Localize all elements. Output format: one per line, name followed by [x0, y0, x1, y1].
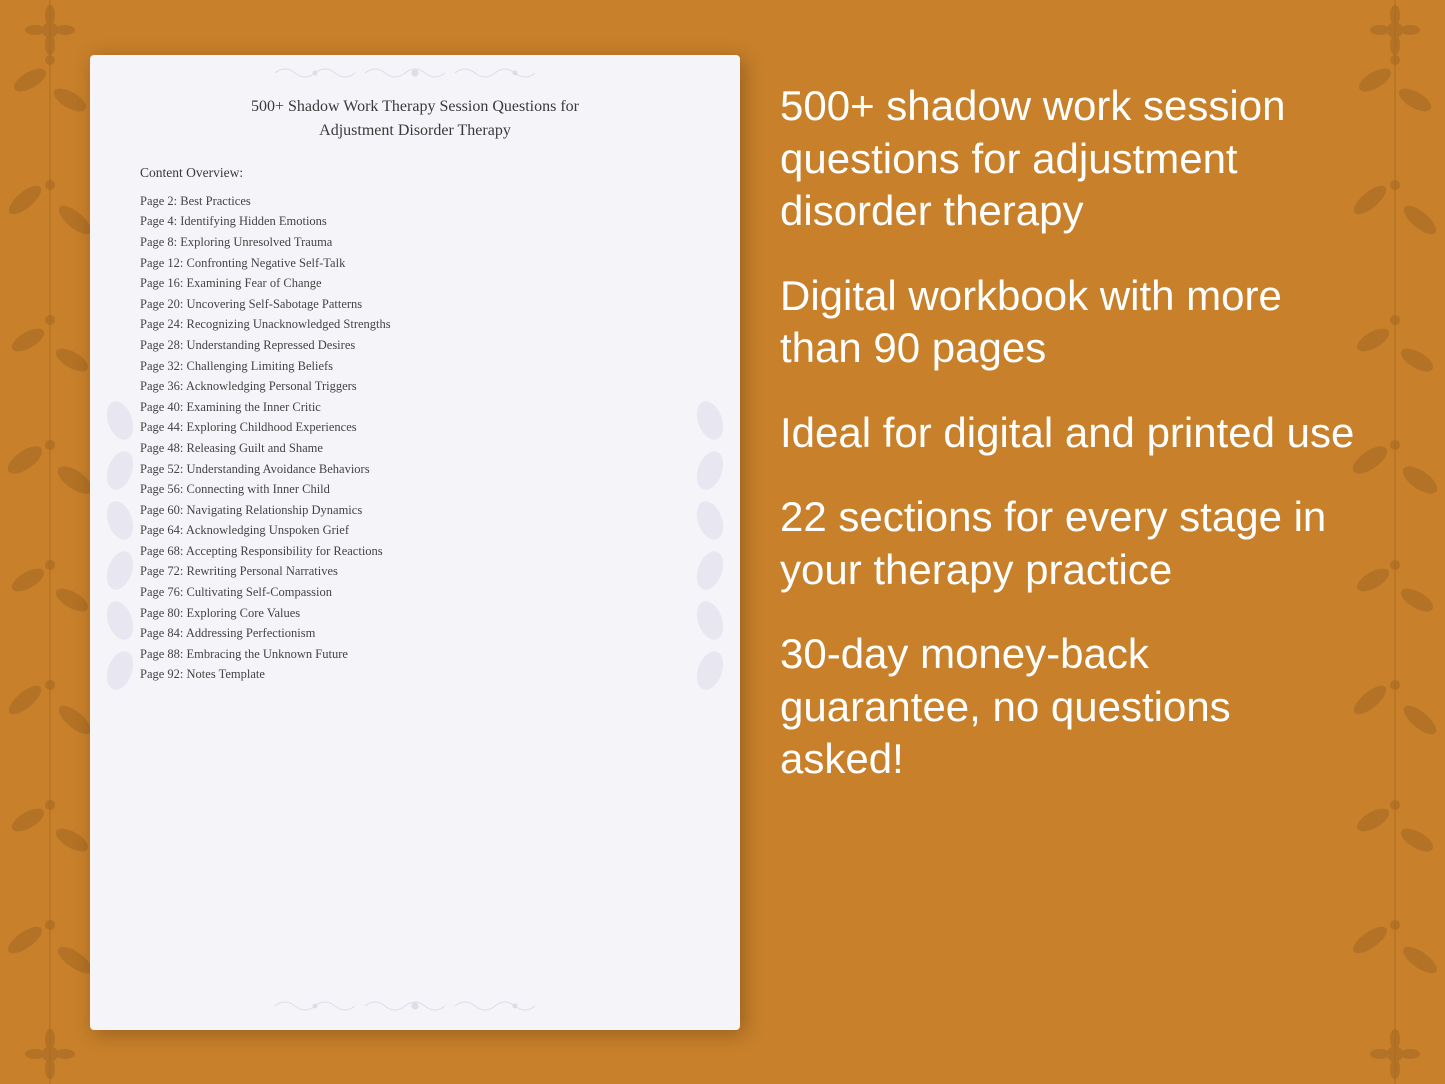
feature-text-1: 500+ shadow work session questions for a… [780, 80, 1360, 238]
features-panel: 500+ shadow work session questions for a… [780, 80, 1360, 818]
toc-item: Page 60: Navigating Relationship Dynamic… [140, 500, 690, 521]
feature-text-4: 22 sections for every stage in your ther… [780, 491, 1360, 596]
toc-item: Page 36: Acknowledging Personal Triggers [140, 376, 690, 397]
doc-ornament-bottom [265, 996, 565, 1022]
toc-item: Page 76: Cultivating Self-Compassion [140, 582, 690, 603]
toc-item: Page 40: Examining the Inner Critic [140, 397, 690, 418]
toc-item: Page 20: Uncovering Self-Sabotage Patter… [140, 294, 690, 315]
toc-item: Page 84: Addressing Perfectionism [140, 623, 690, 644]
toc-item: Page 28: Understanding Repressed Desires [140, 335, 690, 356]
feature-text-5: 30-day money-back guarantee, no question… [780, 628, 1360, 786]
doc-watermark-left [100, 390, 140, 695]
toc-item: Page 8: Exploring Unresolved Trauma [140, 232, 690, 253]
toc-item: Page 52: Understanding Avoidance Behavio… [140, 459, 690, 480]
toc-item: Page 88: Embracing the Unknown Future [140, 644, 690, 665]
toc-item: Page 16: Examining Fear of Change [140, 273, 690, 294]
feature-text-3: Ideal for digital and printed use [780, 407, 1360, 460]
doc-watermark-right [690, 390, 730, 695]
toc-item: Page 56: Connecting with Inner Child [140, 479, 690, 500]
toc-item: Page 72: Rewriting Personal Narratives [140, 562, 690, 583]
doc-ornament-top [265, 63, 565, 89]
toc-item: Page 32: Challenging Limiting Beliefs [140, 356, 690, 377]
toc-item: Page 12: Confronting Negative Self-Talk [140, 253, 690, 274]
toc-item: Page 44: Exploring Childhood Experiences [140, 418, 690, 439]
feature-text-2: Digital workbook with more than 90 pages [780, 270, 1360, 375]
toc-item: Page 64: Acknowledging Unspoken Grief [140, 521, 690, 542]
toc-item: Page 80: Exploring Core Values [140, 603, 690, 624]
content-overview-label: Content Overview: [140, 165, 690, 181]
document-title: 500+ Shadow Work Therapy Session Questio… [140, 95, 690, 143]
toc-item: Page 24: Recognizing Unacknowledged Stre… [140, 315, 690, 336]
toc-item: Page 4: Identifying Hidden Emotions [140, 212, 690, 233]
table-of-contents: Page 2: Best PracticesPage 4: Identifyin… [140, 191, 690, 685]
toc-item: Page 48: Releasing Guilt and Shame [140, 438, 690, 459]
toc-item: Page 92: Notes Template [140, 665, 690, 686]
toc-item: Page 2: Best Practices [140, 191, 690, 212]
toc-item: Page 68: Accepting Responsibility for Re… [140, 541, 690, 562]
document-card: 500+ Shadow Work Therapy Session Questio… [90, 55, 740, 1030]
